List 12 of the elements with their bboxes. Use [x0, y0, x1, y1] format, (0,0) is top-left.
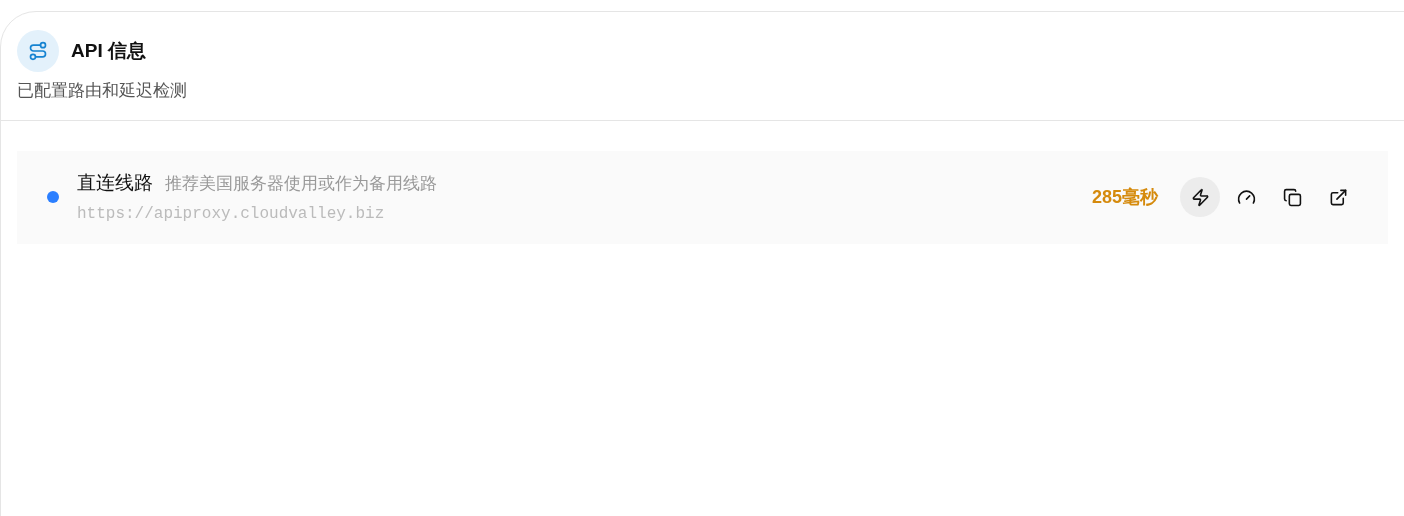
- external-link-icon: [1328, 187, 1348, 207]
- gauge-icon: [1236, 187, 1256, 207]
- route-name: 直连线路: [77, 169, 153, 195]
- route-url: https://apiproxy.cloudvalley.biz: [77, 204, 386, 226]
- route-description: 推荐美国服务器使用或作为备用线路: [165, 172, 437, 195]
- latency-value: 285毫秒: [1091, 185, 1158, 209]
- copy-icon: [1282, 187, 1302, 207]
- panel-subtitle: 已配置路由和延迟检测: [17, 80, 188, 102]
- route-icon: [17, 30, 59, 72]
- lightning-icon: [1190, 187, 1210, 207]
- panel-title: API 信息: [71, 38, 146, 63]
- action-button[interactable]: [1180, 177, 1220, 217]
